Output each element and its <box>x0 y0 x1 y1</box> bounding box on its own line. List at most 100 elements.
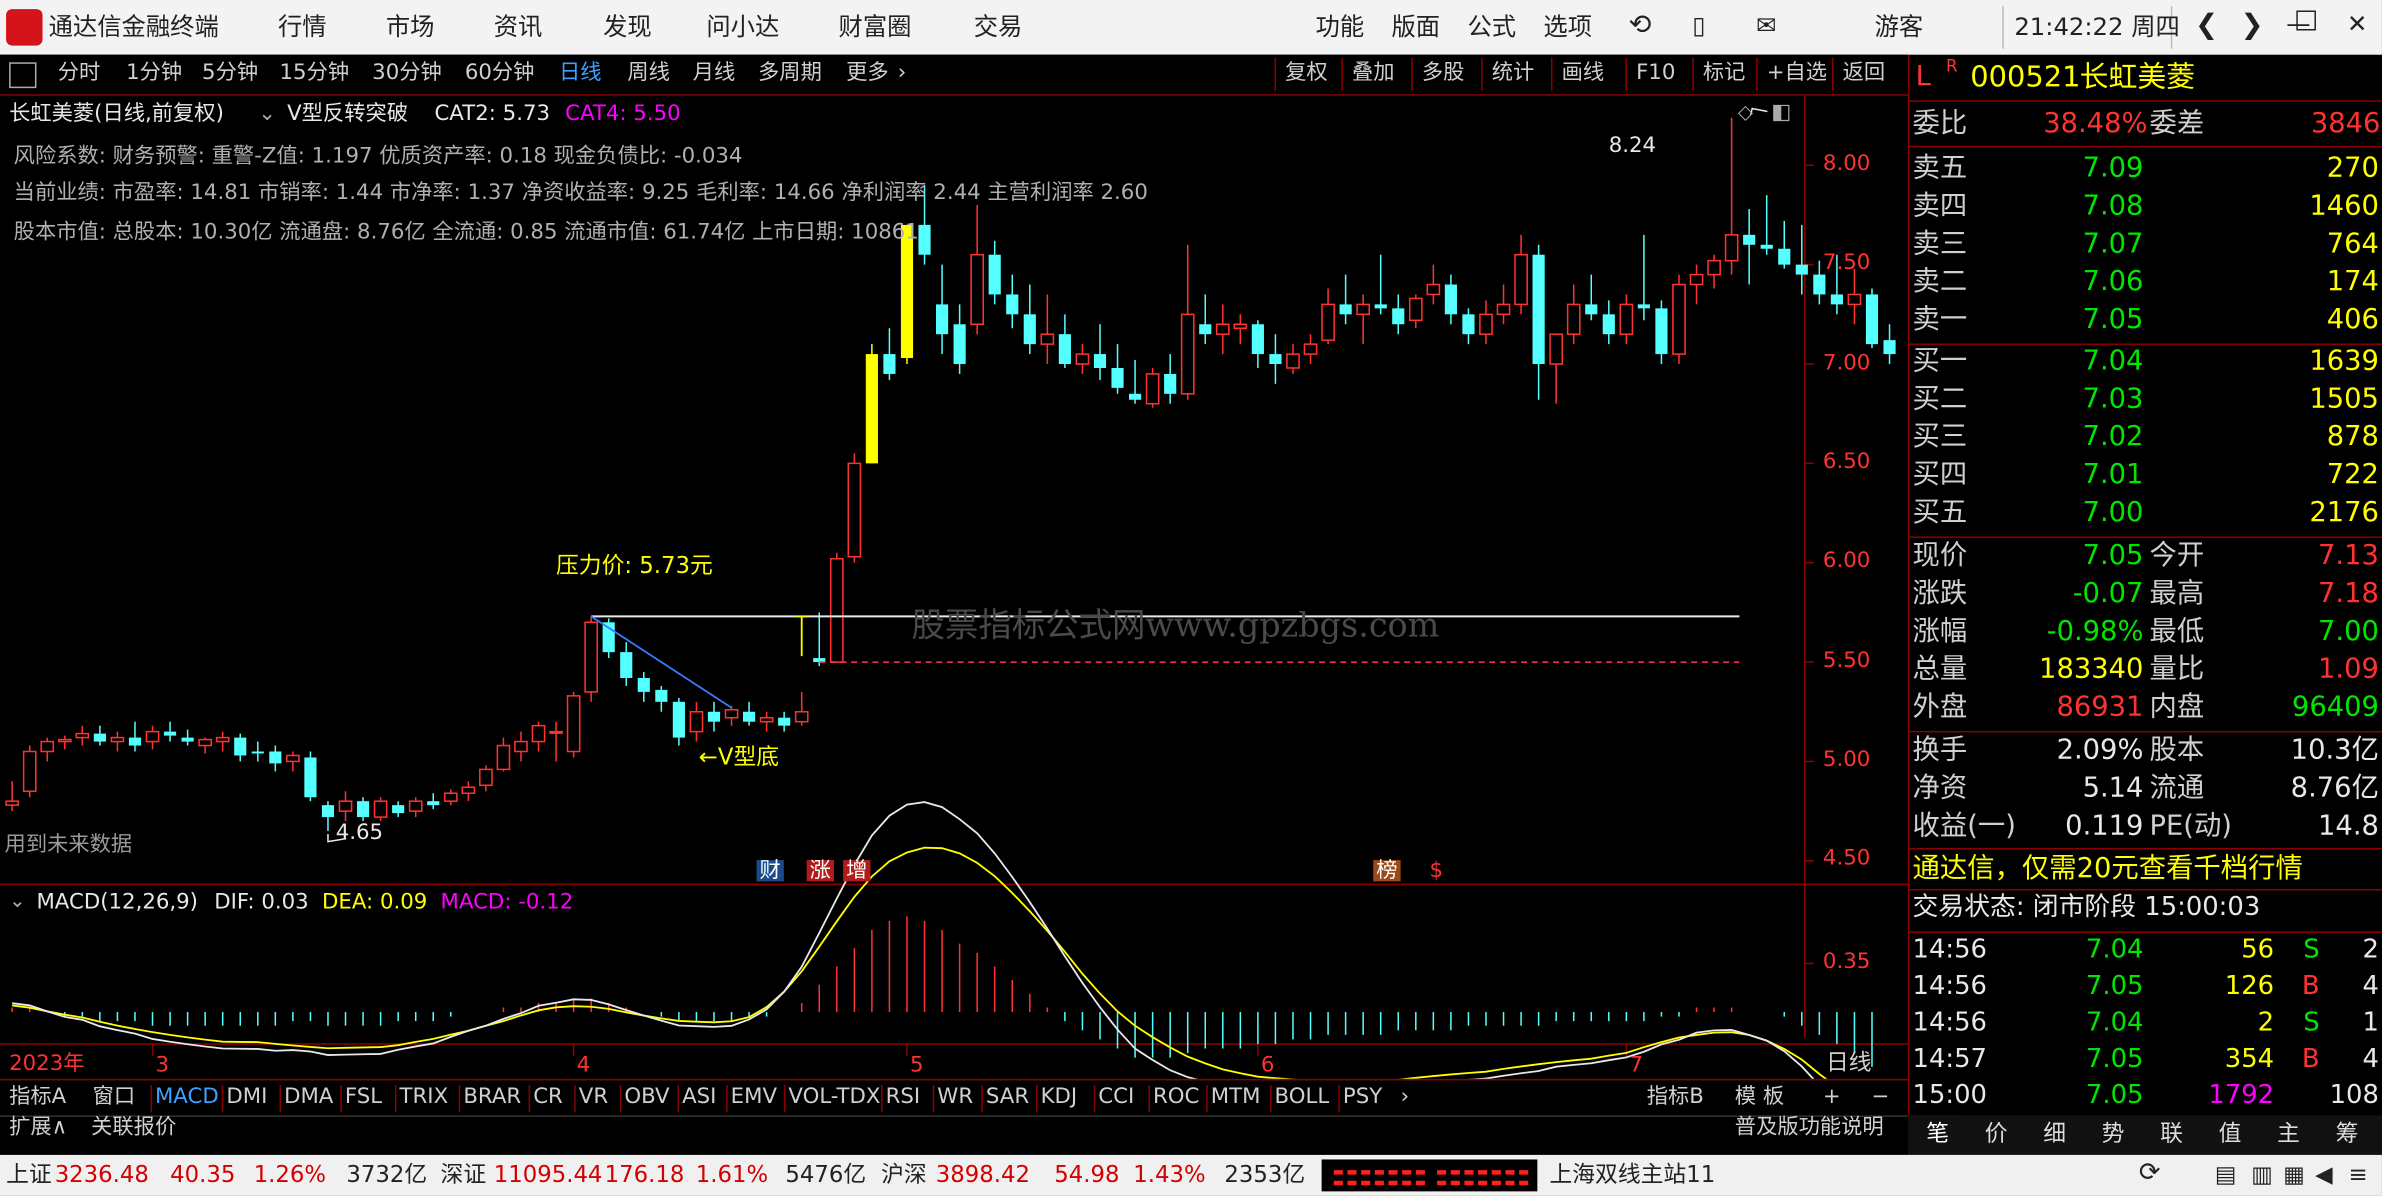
period-tab[interactable]: 分时 <box>58 62 101 83</box>
menu-item[interactable]: 发现 <box>603 14 652 39</box>
tag-list[interactable]: 榜 <box>1373 860 1401 882</box>
period-tab[interactable]: 日线 <box>559 62 602 83</box>
kline-chart[interactable]: 长虹美菱(日线,前复权) ⌄ V型反转突破 CAT2: 5.73 CAT4: 5… <box>0 95 1908 1079</box>
note-icon[interactable]: ▥ <box>2251 1163 2273 1187</box>
period-tab[interactable]: 60分钟 <box>465 62 535 83</box>
quote-tab[interactable]: 主 <box>2277 1122 2300 1146</box>
layout-icon[interactable] <box>9 62 37 89</box>
back-icon[interactable]: ❮ <box>2195 11 2218 39</box>
indicator-tab[interactable]: VOL-TDX <box>788 1087 880 1108</box>
diamond-icon[interactable]: ◇ <box>1738 103 1753 123</box>
maximize-icon[interactable]: ☐ <box>2294 8 2319 36</box>
related-quote-button[interactable]: 关联报价 <box>91 1117 176 1138</box>
chart-action-button[interactable]: F10 <box>1636 62 1675 83</box>
tag-finance[interactable]: 财 <box>756 860 784 882</box>
quote-tab[interactable]: 筹 <box>2336 1122 2359 1146</box>
indicator-right-button[interactable]: 指标B <box>1647 1087 1704 1108</box>
ask-row[interactable]: 卖五 7.09 270 <box>1910 150 2382 188</box>
indicator-tab[interactable]: ASI <box>682 1087 716 1108</box>
indicator-tab[interactable]: BOLL <box>1275 1087 1330 1108</box>
ask-row[interactable]: 卖二 7.06 174 <box>1910 264 2382 302</box>
indicator-tab[interactable]: PSY <box>1343 1087 1382 1108</box>
bid-row[interactable]: 买三 7.02 878 <box>1910 419 2382 457</box>
indicator-tab[interactable]: WR <box>937 1087 973 1108</box>
indicator-tab[interactable]: CCI <box>1098 1087 1134 1108</box>
quote-tab[interactable]: 细 <box>2043 1122 2066 1146</box>
menu-item[interactable]: 资讯 <box>494 14 543 39</box>
bid-row[interactable]: 买一 7.04 1639 <box>1910 343 2382 381</box>
indicator-tab[interactable]: KDJ <box>1041 1087 1078 1108</box>
menu-item[interactable]: 交易 <box>974 14 1023 39</box>
indicator-tab[interactable]: MTM <box>1211 1087 1261 1108</box>
window-icon[interactable]: ▤ <box>2215 1163 2237 1187</box>
tag-rise[interactable]: 涨 <box>806 860 834 882</box>
indicator-group-button[interactable]: 窗口 <box>93 1087 136 1108</box>
ad-banner[interactable]: 通达信，仅需20元查看千档行情 <box>1909 851 2382 891</box>
bid-row[interactable]: 买五 7.00 2176 <box>1910 495 2382 533</box>
indicator-tab[interactable]: FSL <box>345 1087 382 1108</box>
expand-button[interactable]: 扩展∧ <box>9 1117 67 1138</box>
chart-action-button[interactable]: 复权 <box>1285 62 1328 83</box>
tag-dollar[interactable]: $ <box>1429 860 1443 881</box>
server-station[interactable]: 上海双线主站11 <box>1549 1163 1715 1187</box>
ask-row[interactable]: 卖一 7.05 406 <box>1910 302 2382 340</box>
indicator-tab[interactable]: VR <box>579 1087 608 1108</box>
top-menu-item[interactable]: 选项 <box>1543 14 1592 39</box>
chevron-right-icon[interactable]: › <box>898 62 907 83</box>
quote-tab[interactable]: 价 <box>1985 1122 2008 1146</box>
chart-action-button[interactable]: 返回 <box>1843 62 1886 83</box>
sh-label[interactable]: 上证 <box>6 1163 52 1187</box>
mail-icon[interactable]: ✉ <box>1756 13 1776 38</box>
ask-row[interactable]: 卖三 7.07 764 <box>1910 226 2382 264</box>
close-icon[interactable]: ✕ <box>2347 11 2367 36</box>
speaker-icon[interactable]: ◀ <box>2315 1163 2333 1187</box>
sz-label[interactable]: 深证 <box>441 1163 487 1187</box>
refresh-icon[interactable]: ⟲ <box>1628 11 1651 39</box>
period-tab[interactable]: 1分钟 <box>126 62 182 83</box>
sync-icon[interactable]: ⟳ <box>2139 1160 2161 1187</box>
top-menu-item[interactable]: 公式 <box>1467 14 1516 39</box>
indicator-tab[interactable]: DMI <box>226 1087 267 1108</box>
chart-action-button[interactable]: 多股 <box>1422 62 1465 83</box>
indicator-tab[interactable]: RSI <box>886 1087 921 1108</box>
indicator-right-button[interactable]: + <box>1823 1087 1841 1108</box>
period-tab[interactable]: 15分钟 <box>280 62 350 83</box>
indicator-tab[interactable]: ROC <box>1153 1087 1199 1108</box>
bid-row[interactable]: 买四 7.01 722 <box>1910 457 2382 495</box>
chart-icon[interactable]: ▦ <box>2283 1163 2305 1187</box>
top-menu-item[interactable]: 功能 <box>1316 14 1365 39</box>
chart-action-button[interactable]: +自选 <box>1767 62 1827 83</box>
period-tab[interactable]: 5分钟 <box>202 62 258 83</box>
chart-action-button[interactable]: 画线 <box>1562 62 1605 83</box>
indicator-group-button[interactable]: 指标A <box>9 1087 66 1108</box>
tag-increase[interactable]: 增 <box>843 860 871 882</box>
chart-action-button[interactable]: 叠加 <box>1352 62 1395 83</box>
phone-icon[interactable]: ▯ <box>1692 13 1705 38</box>
indicator-tab[interactable]: EMV <box>731 1087 777 1108</box>
bid-row[interactable]: 买二 7.03 1505 <box>1910 381 2382 419</box>
indicator-right-button[interactable]: − <box>1872 1087 1890 1108</box>
indicator-tab[interactable]: TRIX <box>400 1087 449 1108</box>
ask-row[interactable]: 卖四 7.08 1460 <box>1910 188 2382 226</box>
panel-icon[interactable]: ◧ <box>1771 102 1791 123</box>
menu-item[interactable]: 财富圈 <box>839 14 912 39</box>
indicator-tab[interactable]: MACD <box>155 1087 219 1108</box>
chart-action-button[interactable]: 标记 <box>1703 62 1746 83</box>
edition-help-link[interactable]: 普及版功能说明 <box>1735 1117 1884 1138</box>
chevron-right-icon[interactable]: › <box>1401 1087 1410 1108</box>
chart-action-button[interactable]: 统计 <box>1492 62 1535 83</box>
user-label[interactable]: 游客 <box>1875 14 1924 39</box>
quote-tab[interactable]: 联 <box>2160 1122 2183 1146</box>
menu-item[interactable]: 问小达 <box>706 14 779 39</box>
period-tab[interactable]: 30分钟 <box>372 62 442 83</box>
quote-tab[interactable]: 笔 <box>1926 1122 1949 1146</box>
period-tab[interactable]: 多周期 <box>758 62 822 83</box>
period-tab[interactable]: 周线 <box>627 62 670 83</box>
period-tab[interactable]: 月线 <box>693 62 736 83</box>
menu-item[interactable]: 市场 <box>386 14 435 39</box>
quote-tab[interactable]: 势 <box>2102 1122 2125 1146</box>
indicator-right-button[interactable]: 模 板 <box>1735 1087 1784 1108</box>
indicator-tab[interactable]: OBV <box>624 1087 669 1108</box>
quote-tab[interactable]: 值 <box>2219 1122 2242 1146</box>
macd-expand-icon[interactable]: ⌄ <box>9 892 26 912</box>
